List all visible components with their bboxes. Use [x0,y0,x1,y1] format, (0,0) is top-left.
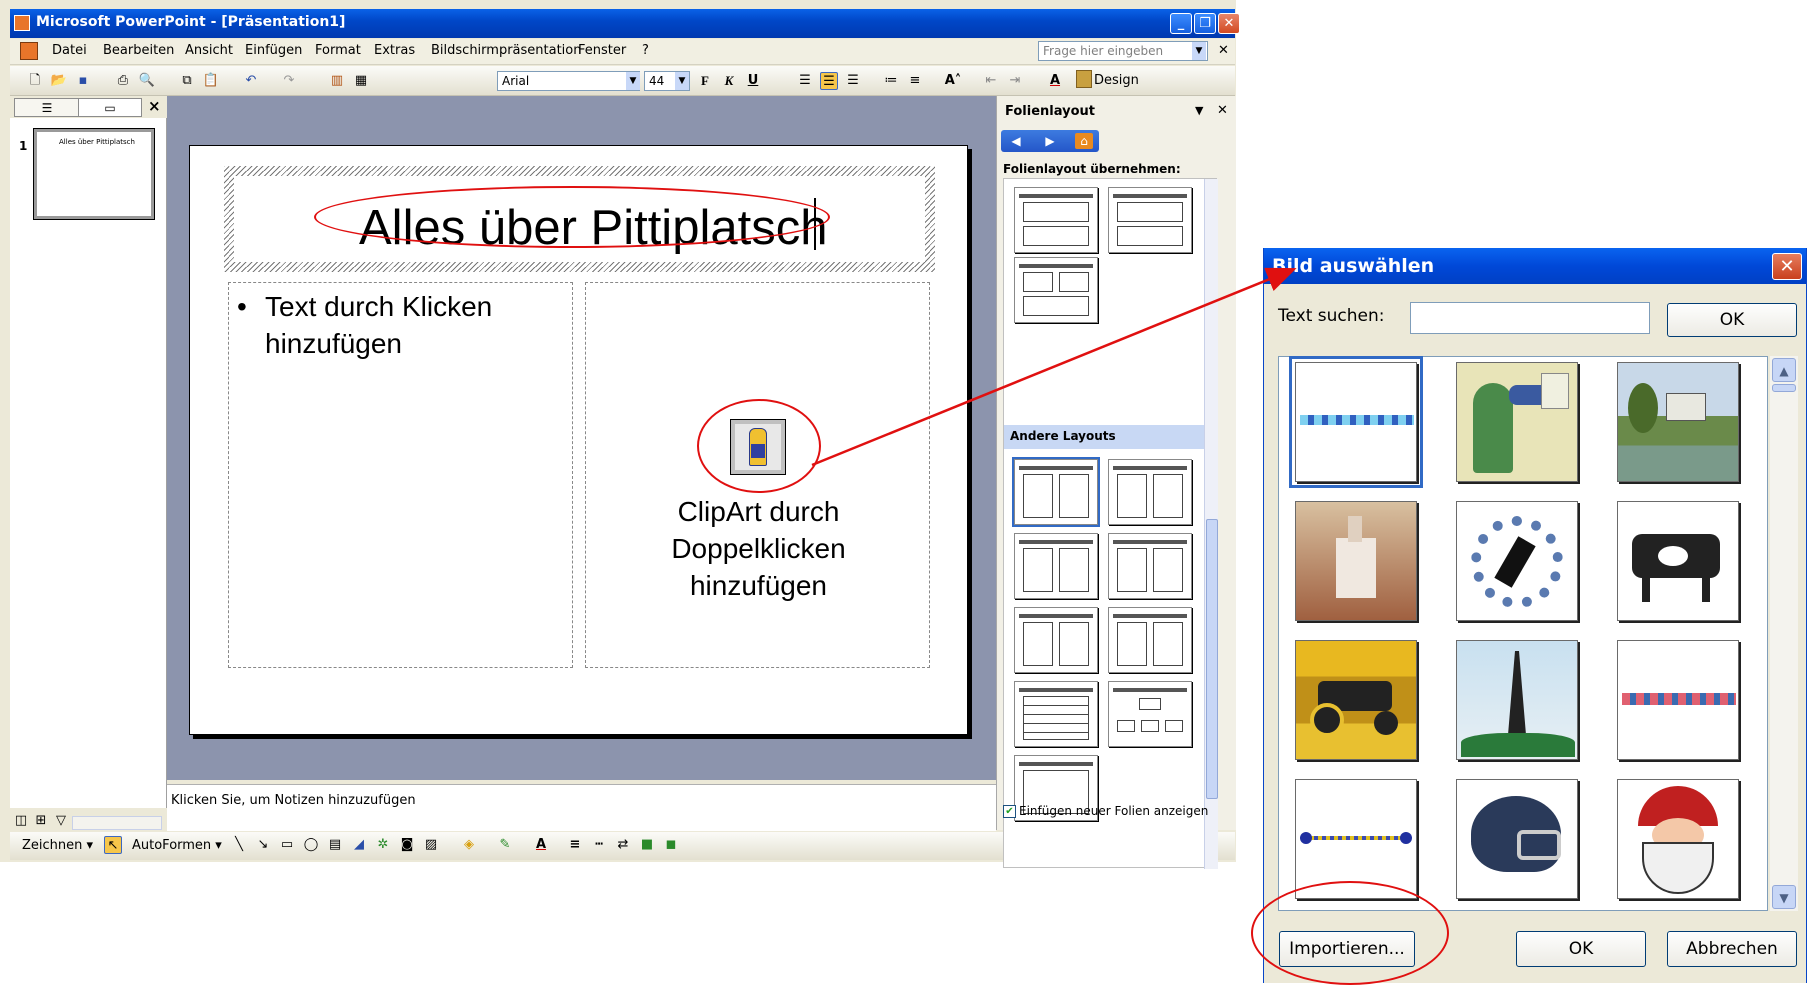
annotation-arrow [811,267,1297,467]
